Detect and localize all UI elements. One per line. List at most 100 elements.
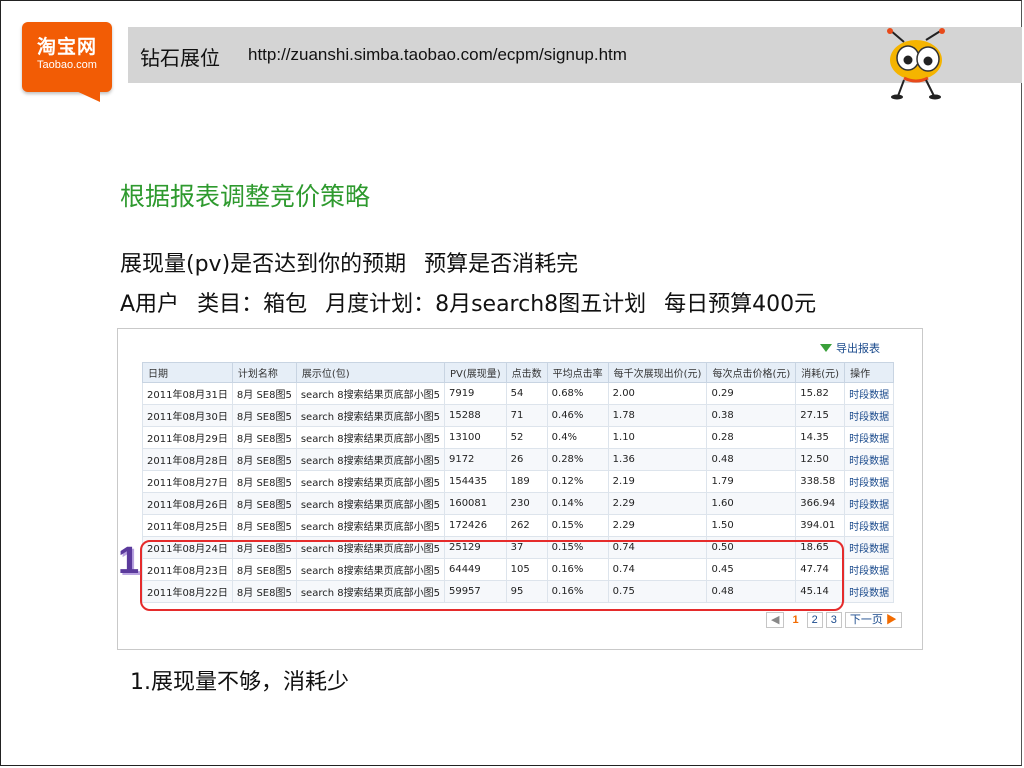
- table-row: 2011年08月26日 8月 SE8图5 search 8搜索结果页底部小图5 160…: [142, 492, 895, 515]
- cell-placement: search 8搜索结果页底部小图5: [295, 426, 445, 449]
- cell-date: 2011年08月29日: [142, 426, 233, 449]
- user-label: A用户: [120, 292, 180, 317]
- download-arrow-icon: [820, 344, 832, 352]
- cell-action[interactable]: 时段数据: [844, 382, 895, 405]
- cell-spend: 338.58: [795, 470, 846, 493]
- export-report-link[interactable]: 导出报表: [820, 340, 880, 356]
- header-date[interactable]: 日期: [142, 362, 233, 383]
- ant-mascot-icon: [887, 28, 945, 100]
- cell-clicks: 26: [505, 448, 548, 471]
- cell-cpc: 1.60: [706, 492, 797, 515]
- cell-spend: 366.94: [795, 492, 846, 515]
- cell-date: 2011年08月26日: [142, 492, 233, 515]
- cell-action[interactable]: 时段数据: [844, 558, 895, 581]
- highlight-box: [140, 540, 844, 611]
- next-page-button[interactable]: 下一页 ▶: [844, 612, 902, 628]
- banner-url: http://zuanshi.simba.taobao.com/ecpm/sig…: [248, 45, 627, 64]
- table-row: 2011年08月29日 8月 SE8图5 search 8搜索结果页底部小图5 131…: [142, 426, 895, 449]
- cell-plan-name: 8月 SE8图5: [231, 404, 297, 427]
- header-action: 操作: [844, 362, 895, 383]
- cell-date: 2011年08月30日: [142, 404, 233, 427]
- cell-placement: search 8搜索结果页底部小图5: [295, 382, 445, 405]
- table-row: 2011年08月28日 8月 SE8图5 search 8搜索结果页底部小图5 917…: [142, 448, 895, 471]
- cell-cpc: 1.50: [706, 514, 797, 537]
- cell-clicks: 71: [505, 404, 548, 427]
- cell-spend: 27.15: [795, 404, 846, 427]
- cell-pv: 15288: [443, 404, 507, 427]
- table-row: 2011年08月27日 8月 SE8图5 search 8搜索结果页底部小图5 154…: [142, 470, 895, 493]
- cell-cpm: 2.00: [607, 382, 708, 405]
- header-pv[interactable]: PV(展现量): [443, 362, 507, 383]
- plan-label: 月度计划：8月search8图五计划: [325, 292, 647, 317]
- cell-clicks: 189: [505, 470, 548, 493]
- cell-pv: 160081: [443, 492, 507, 515]
- header-clicks[interactable]: 点击数: [505, 362, 548, 383]
- marker-number: 1: [118, 540, 140, 582]
- cell-spend: 14.35: [795, 426, 846, 449]
- cell-cpm: 2.19: [607, 470, 708, 493]
- slide-heading: 根据报表调整竞价策略: [120, 182, 371, 211]
- cell-cpc: 0.38: [706, 404, 797, 427]
- cell-date: 2011年08月25日: [142, 514, 233, 537]
- cell-cpm: 2.29: [607, 492, 708, 515]
- cell-cpc: 0.28: [706, 426, 797, 449]
- cell-action[interactable]: 时段数据: [844, 426, 895, 449]
- cell-action[interactable]: 时段数据: [844, 404, 895, 427]
- cell-spend: 15.82: [795, 382, 846, 405]
- cell-placement: search 8搜索结果页底部小图5: [295, 448, 445, 471]
- prev-page-button[interactable]: ◀: [766, 612, 785, 628]
- cell-placement: search 8搜索结果页底部小图5: [295, 404, 445, 427]
- logo-en-text: Taobao.com: [37, 59, 97, 71]
- cell-action[interactable]: 时段数据: [844, 448, 895, 471]
- cell-action[interactable]: 时段数据: [844, 536, 895, 559]
- header-cpc[interactable]: 每次点击价格(元): [706, 362, 797, 383]
- cell-plan-name: 8月 SE8图5: [231, 382, 297, 405]
- header-plan-name[interactable]: 计划名称: [231, 362, 297, 383]
- page-1-button[interactable]: 1: [787, 612, 804, 628]
- cell-date: 2011年08月27日: [142, 470, 233, 493]
- cell-placement: search 8搜索结果页底部小图5: [295, 492, 445, 515]
- cell-placement: search 8搜索结果页底部小图5: [295, 514, 445, 537]
- header-ctr[interactable]: 平均点击率: [546, 362, 609, 383]
- cell-action[interactable]: 时段数据: [844, 492, 895, 515]
- cell-pv: 13100: [443, 426, 507, 449]
- next-page-label: 下一页: [849, 614, 883, 626]
- pagination: ◀ 1 2 3 下一页 ▶: [766, 612, 902, 628]
- cell-date: 2011年08月28日: [142, 448, 233, 471]
- page-3-button[interactable]: 3: [825, 612, 842, 628]
- cell-ctr: 0.46%: [546, 404, 609, 427]
- cell-pv: 7919: [443, 382, 507, 405]
- question-pv: 展现量(pv)是否达到你的预期: [120, 252, 407, 277]
- cell-action[interactable]: 时段数据: [844, 514, 895, 537]
- cell-clicks: 52: [505, 426, 548, 449]
- cell-ctr: 0.4%: [546, 426, 609, 449]
- next-arrow-icon: ▶: [885, 614, 897, 626]
- cell-action[interactable]: 时段数据: [844, 580, 895, 603]
- cell-date: 2011年08月31日: [142, 382, 233, 405]
- cell-clicks: 262: [505, 514, 548, 537]
- table-row: 2011年08月31日 8月 SE8图5 search 8搜索结果页底部小图5 791…: [142, 382, 895, 405]
- cell-clicks: 54: [505, 382, 548, 405]
- category-label: 类目：箱包: [197, 292, 308, 317]
- table-header-row: 日期 计划名称 展示位(包) PV(展现量) 点击数 平均点击率 每千次展现出价…: [142, 362, 895, 383]
- cell-ctr: 0.12%: [546, 470, 609, 493]
- cell-action[interactable]: 时段数据: [844, 470, 895, 493]
- question-line: 展现量(pv)是否达到你的预期 预算是否消耗完: [120, 246, 596, 278]
- cell-cpc: 0.29: [706, 382, 797, 405]
- cell-pv: 154435: [443, 470, 507, 493]
- header-spend[interactable]: 消耗(元): [795, 362, 846, 383]
- logo-tail: [74, 90, 100, 102]
- cell-cpm: 2.29: [607, 514, 708, 537]
- slide-caption: 1.展现量不够，消耗少: [130, 670, 349, 695]
- cell-ctr: 0.15%: [546, 514, 609, 537]
- export-report-label: 导出报表: [836, 342, 880, 355]
- cell-plan-name: 8月 SE8图5: [231, 426, 297, 449]
- header-placement[interactable]: 展示位(包): [295, 362, 445, 383]
- cell-cpc: 0.48: [706, 448, 797, 471]
- cell-cpc: 1.79: [706, 470, 797, 493]
- header-cpm[interactable]: 每千次展现出价(元): [607, 362, 708, 383]
- cell-plan-name: 8月 SE8图5: [231, 470, 297, 493]
- page-2-button[interactable]: 2: [806, 612, 823, 628]
- banner-title: 钻石展位: [140, 46, 220, 70]
- question-budget: 预算是否消耗完: [424, 252, 579, 277]
